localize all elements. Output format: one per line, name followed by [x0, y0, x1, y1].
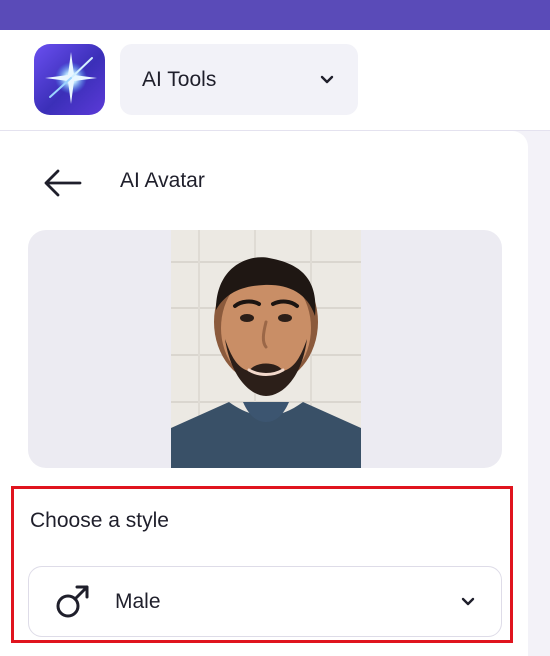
app-page: AI Tools AI Avatar Choose a style Male: [0, 0, 550, 656]
avatar-preview: [28, 230, 502, 468]
header: AI Tools: [0, 30, 550, 131]
ai-tools-label: AI Tools: [142, 68, 217, 91]
top-bar: [0, 0, 550, 30]
style-heading: Choose a style: [30, 509, 169, 532]
style-value: Male: [115, 590, 161, 613]
sparkle-logo-icon[interactable]: [34, 44, 105, 115]
chevron-down-icon: [320, 75, 334, 84]
male-symbol-icon: [56, 585, 89, 618]
ai-tools-dropdown[interactable]: AI Tools: [120, 44, 358, 115]
style-dropdown[interactable]: Male: [28, 566, 502, 637]
avatar-panel: AI Avatar Choose a style Male: [0, 131, 528, 656]
arrow-left-icon: [44, 169, 82, 197]
back-button[interactable]: [40, 166, 84, 200]
chevron-down-icon: [461, 597, 475, 606]
avatar-photo: [171, 230, 361, 468]
page-title: AI Avatar: [120, 169, 205, 192]
